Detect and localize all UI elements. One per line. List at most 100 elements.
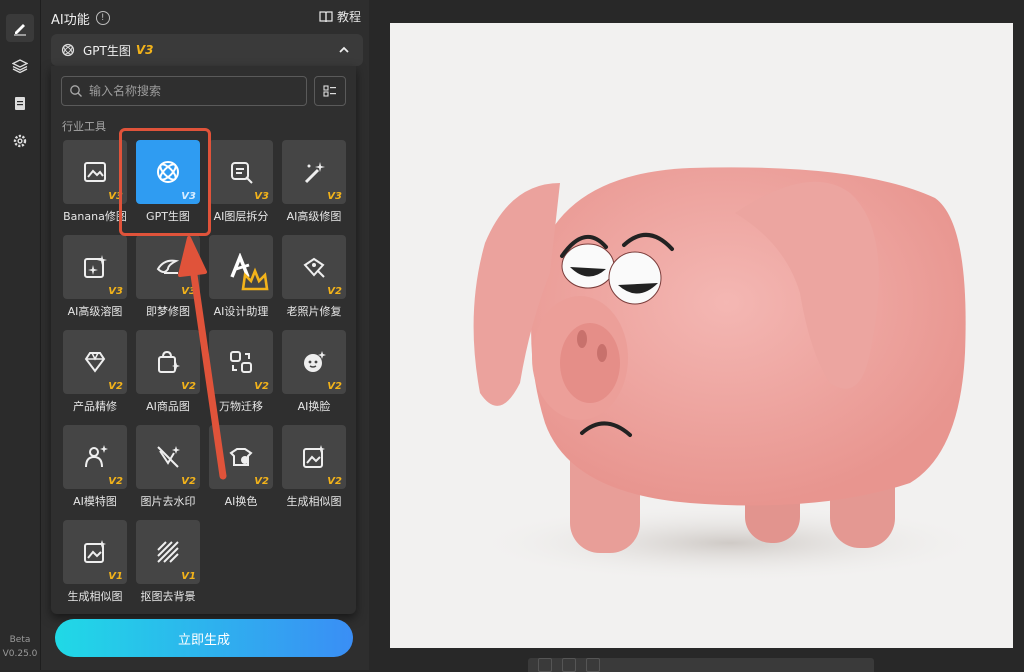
- version-badge: V1: [108, 571, 123, 582]
- image-canvas[interactable]: [390, 23, 1013, 648]
- tool-tile[interactable]: V2: [282, 235, 346, 299]
- tool-tile[interactable]: V2: [63, 425, 127, 489]
- tool-label: AI换色: [224, 495, 258, 508]
- section-label: 行业工具: [62, 120, 106, 133]
- tool-tile[interactable]: [209, 235, 273, 299]
- version-label: V0.25.0: [2, 649, 38, 659]
- settings-gear-icon[interactable]: [6, 127, 34, 155]
- search-box[interactable]: [61, 76, 307, 106]
- version-badge: V2: [327, 476, 342, 487]
- gpt-accordion-header[interactable]: GPT生图 V3: [51, 34, 363, 66]
- tool-item[interactable]: V1 生成相似图: [61, 520, 129, 604]
- tool-item[interactable]: V2 产品精修: [61, 330, 129, 414]
- tool-label: 生成相似图: [286, 495, 342, 508]
- canvas-area: [370, 0, 1024, 672]
- tool-item[interactable]: V2 AI换色: [207, 425, 275, 509]
- chevron-up-icon[interactable]: [337, 43, 351, 57]
- version-badge: V2: [108, 476, 123, 487]
- book-icon: [319, 10, 333, 22]
- generate-now-button[interactable]: 立即生成: [55, 619, 353, 657]
- layers-icon[interactable]: [6, 52, 34, 80]
- tool-tile[interactable]: V2: [136, 425, 200, 489]
- pink-pig-plush-image: [470, 167, 990, 583]
- annotation-highlight-box: [119, 128, 211, 236]
- tool-tile[interactable]: V2: [282, 425, 346, 489]
- version-badge: V3: [108, 286, 123, 297]
- version-badge: V3: [327, 191, 342, 202]
- search-input[interactable]: [87, 83, 291, 99]
- tool-tile[interactable]: V2: [209, 425, 273, 489]
- tool-item[interactable]: V2 老照片修复: [280, 235, 348, 319]
- tool-item[interactable]: V2 AI商品图: [134, 330, 202, 414]
- model-person-icon: [85, 445, 108, 468]
- view-toggle-button[interactable]: [314, 76, 346, 106]
- tool-label: AI高级溶图: [67, 305, 123, 318]
- tool-tile[interactable]: V1: [136, 520, 200, 584]
- info-icon[interactable]: !: [95, 11, 110, 25]
- edit-pen-icon[interactable]: [6, 14, 34, 42]
- crown-icon: [241, 267, 269, 291]
- tool-item[interactable]: V1 抠图去背景: [134, 520, 202, 604]
- tool-tile[interactable]: V3: [63, 235, 127, 299]
- tool-item[interactable]: V3 AI高级修图: [280, 140, 348, 224]
- accordion-version-badge: V3: [135, 43, 154, 57]
- face-swap-icon: [304, 351, 326, 372]
- tool-item[interactable]: V2 AI换脸: [280, 330, 348, 414]
- version-badge: V2: [181, 381, 196, 392]
- tool-tile[interactable]: V3: [63, 140, 127, 204]
- version-badge: V2: [254, 476, 269, 487]
- tool-tile[interactable]: V2: [282, 330, 346, 394]
- cutout-icon: [157, 541, 179, 563]
- tool-tile[interactable]: V2: [136, 330, 200, 394]
- clipboard-icon[interactable]: [6, 89, 34, 117]
- image-edit-icon: [84, 162, 106, 182]
- tool-tile[interactable]: V3: [209, 140, 273, 204]
- version-badge: V2: [254, 381, 269, 392]
- tool-item[interactable]: V2 生成相似图: [280, 425, 348, 509]
- tool-item[interactable]: V2 万物迁移: [207, 330, 275, 414]
- tool-label: 图片去水印: [140, 495, 196, 508]
- tool-item[interactable]: V2 AI模特图: [61, 425, 129, 509]
- tool-tile[interactable]: V2: [209, 330, 273, 394]
- sparkle-image-icon: [84, 255, 107, 278]
- beta-label: Beta: [9, 635, 31, 645]
- tool-item[interactable]: V3 即梦修图: [134, 235, 202, 319]
- tool-label: 抠图去背景: [140, 590, 196, 603]
- panel-title: AI功能: [51, 12, 90, 28]
- tool-label: 万物迁移: [219, 400, 263, 413]
- tool-label: 老照片修复: [286, 305, 342, 318]
- tutorial-label: 教程: [336, 10, 361, 24]
- jimeng-icon: [156, 259, 180, 274]
- tool-tile[interactable]: V1: [63, 520, 127, 584]
- tool-tile[interactable]: V3: [282, 140, 346, 204]
- tool-item[interactable]: AI设计助理: [207, 235, 275, 319]
- version-badge: V2: [181, 476, 196, 487]
- tool-label: AI换脸: [297, 400, 331, 413]
- list-view-icon: [323, 85, 336, 97]
- tool-label: AI模特图: [73, 495, 117, 508]
- photo-repair-icon: [303, 257, 325, 278]
- tool-label: AI图层拆分: [213, 210, 269, 223]
- version-badge: V1: [181, 571, 196, 582]
- shopping-bag-icon: [158, 350, 180, 373]
- tool-tile[interactable]: V3: [136, 235, 200, 299]
- version-badge: V3: [181, 286, 196, 297]
- transfer-icon: [230, 351, 252, 373]
- tool-label: 产品精修: [73, 400, 117, 413]
- remove-watermark-icon: [157, 446, 180, 468]
- tool-tile[interactable]: V2: [63, 330, 127, 394]
- layers-split-icon: [231, 162, 253, 184]
- accordion-title: GPT生图: [83, 43, 131, 58]
- tool-label: AI高级修图: [286, 210, 342, 223]
- tool-item[interactable]: V2 图片去水印: [134, 425, 202, 509]
- recolor-icon: [229, 448, 253, 466]
- magic-wand-icon: [304, 162, 325, 184]
- generate-label: 立即生成: [177, 632, 230, 648]
- version-badge: V3: [254, 191, 269, 202]
- tutorial-link[interactable]: 教程: [319, 8, 361, 25]
- version-badge: V2: [108, 381, 123, 392]
- version-badge: V2: [327, 381, 342, 392]
- similar-image-icon: [303, 445, 325, 468]
- tool-item[interactable]: V3 AI图层拆分: [207, 140, 275, 224]
- tool-item[interactable]: V3 AI高级溶图: [61, 235, 129, 319]
